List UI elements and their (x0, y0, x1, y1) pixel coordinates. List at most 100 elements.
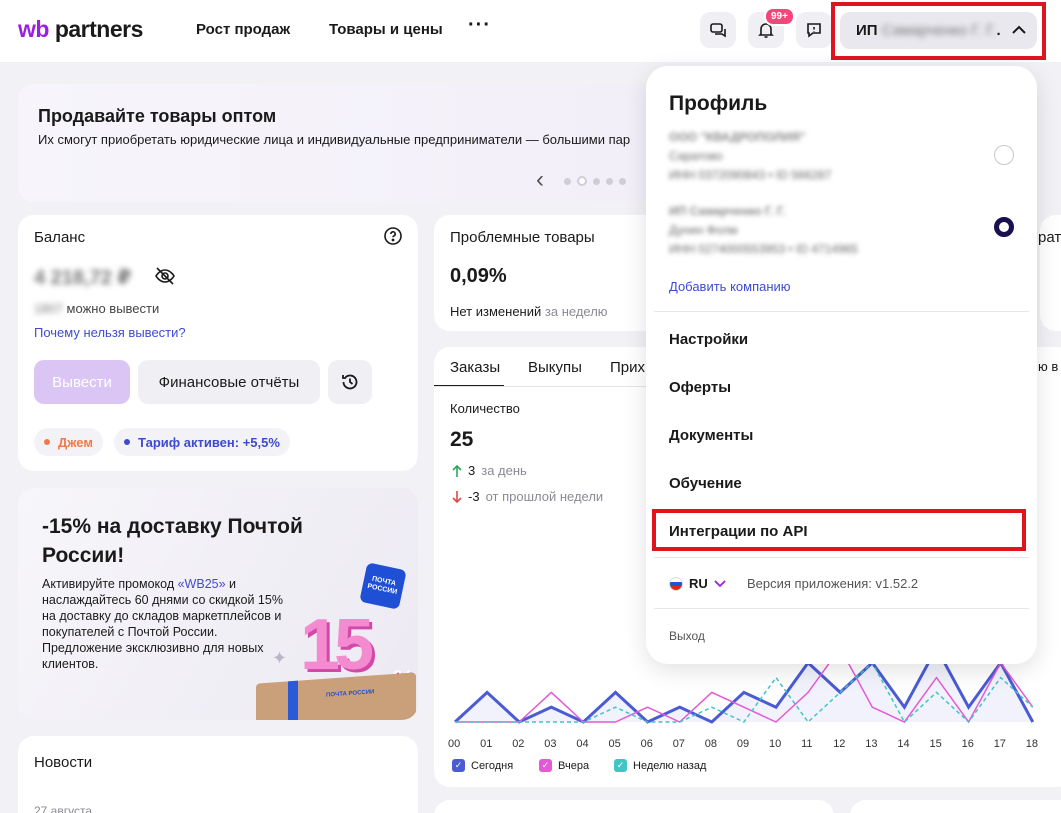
notifications-badge: 99+ (764, 7, 795, 26)
problem-products-card[interactable]: Проблемные товары 0,09% Нет изменений за… (434, 215, 664, 331)
checkbox-icon: ✓ (614, 759, 627, 772)
bottom-partial-card-2 (850, 800, 1061, 813)
why-cant-withdraw-link[interactable]: Почему нельзя вывести? (34, 325, 186, 340)
arrow-up-icon (452, 464, 462, 477)
post-stamp-logo: ПОЧТА РОССИИ (359, 562, 407, 610)
legend-week-ago-label: Неделю назад (633, 759, 707, 772)
x-tick-label: 06 (640, 738, 653, 750)
checkbox-icon: ✓ (539, 759, 552, 772)
company-name: ИП Самарченко Г. Г. (669, 204, 786, 218)
pagination-dot[interactable] (606, 177, 613, 185)
promo-code: «WB25» (177, 577, 226, 591)
promo-text: Активируйте промокод «WB25» и наслаждайт… (42, 577, 283, 671)
x-tick-label: 15 (929, 738, 942, 750)
x-tick-label: 08 (704, 738, 718, 750)
banner-title: Продавайте товары оптом (38, 106, 277, 126)
x-tick-label: 10 (769, 738, 782, 750)
news-title: Новости (34, 754, 93, 771)
menu-settings[interactable]: Настройки (669, 331, 748, 348)
tab-buyouts[interactable]: Выкупы (528, 359, 582, 376)
menu-offers[interactable]: Оферты (669, 379, 731, 396)
available-row: 1807 можно вывести (34, 301, 159, 316)
tag-dot (44, 439, 50, 445)
legend-yesterday[interactable]: ✓ Вчера (539, 759, 589, 772)
history-icon (342, 374, 358, 390)
company-option-1[interactable]: ООО "КВАДРОПОЛИЯ" Саратово ИНН 037209084… (669, 128, 831, 185)
tab-orders[interactable]: Заказы (450, 359, 500, 376)
financial-reports-button[interactable]: Финансовые отчёты (138, 360, 320, 404)
add-company-link[interactable]: Добавить компанию (669, 279, 791, 294)
wb-partners-logo[interactable]: wb partners (18, 16, 143, 43)
company-radio-2[interactable] (994, 217, 1014, 237)
pagination-dot[interactable] (564, 177, 571, 185)
withdraw-button[interactable]: Вывести (34, 360, 130, 404)
chevron-down-icon (714, 579, 726, 587)
banner-pagination (564, 176, 626, 186)
logout-link[interactable]: Выход (669, 629, 705, 643)
x-tick-label: 04 (576, 738, 589, 750)
company-city: Дунин Фолм (669, 223, 738, 237)
tag-jam-label: Джем (58, 434, 93, 450)
right-partial-card: рат (1038, 215, 1061, 331)
support-button[interactable] (796, 12, 832, 48)
x-tick-label: 07 (672, 738, 685, 750)
sparkle-icon: ✦ (272, 648, 288, 668)
tag-tariff[interactable]: Тариф активен: +5,5% (114, 428, 290, 456)
pagination-dot-active[interactable] (577, 176, 587, 186)
promo-big-number: 15 (300, 605, 374, 685)
menu-documents[interactable]: Документы (669, 427, 753, 444)
company-name: ООО "КВАДРОПОЛИЯ" (669, 130, 806, 144)
russian-post-promo[interactable]: -15% на доставку Почтой России! Активиру… (18, 488, 418, 720)
profile-dropdown: Профиль ООО "КВАДРОПОЛИЯ" Саратово ИНН 0… (646, 66, 1037, 664)
available-amount: 1807 (34, 301, 63, 316)
tag-jam[interactable]: Джем (34, 428, 103, 456)
legend-today[interactable]: ✓ Сегодня (452, 759, 513, 772)
promo-title: -15% на доставку Почтой России! (42, 515, 303, 567)
metric-value: 25 (450, 428, 474, 451)
banner-prev-icon[interactable]: ‹ (536, 166, 544, 194)
problem-change: Нет изменений (450, 304, 542, 319)
legend-today-label: Сегодня (471, 759, 514, 772)
highlight-profile-box (831, 2, 1046, 60)
language-selector[interactable]: RU (669, 576, 726, 591)
balance-title: Баланс (34, 229, 86, 246)
divider (654, 557, 1029, 558)
tab-arrivals[interactable]: Прих (610, 359, 645, 376)
x-tick-label: 11 (801, 738, 813, 750)
x-tick-label: 14 (897, 738, 910, 750)
x-tick-label: 09 (736, 738, 750, 750)
problem-change-row: Нет изменений за неделю (450, 304, 608, 319)
x-tick-label: 12 (833, 738, 846, 750)
metric-label: Количество (450, 401, 520, 416)
divider (654, 608, 1029, 609)
history-button[interactable] (328, 360, 372, 404)
legend-week-ago[interactable]: ✓ Неделю назад (614, 759, 706, 772)
day-delta-row: 3 за день (452, 463, 527, 478)
banner-text: Их смогут приобретать юридические лица и… (38, 132, 631, 147)
problem-period: за неделю (544, 304, 608, 319)
parcel-box: ПОЧТА РОССИИ (256, 672, 416, 720)
company-option-2[interactable]: ИП Самарченко Г. Г. Дунин Фолм ИНН 02740… (669, 202, 858, 259)
chat-button[interactable] (700, 12, 736, 48)
problem-value: 0,09% (450, 265, 507, 287)
highlight-api-box (652, 509, 1026, 551)
company-radio-1[interactable] (994, 145, 1014, 165)
help-icon[interactable] (383, 226, 403, 246)
pagination-dot[interactable] (619, 177, 626, 185)
pagination-dot[interactable] (593, 177, 600, 185)
news-date: 27 августа (34, 804, 93, 813)
right-partial-text: рат (1038, 229, 1061, 246)
nav-more-icon[interactable]: ··· (468, 14, 491, 37)
language-code: RU (689, 576, 708, 591)
hide-eye-icon[interactable] (154, 266, 176, 286)
app-version: Версия приложения: v1.52.2 (747, 576, 919, 591)
x-tick-label: 17 (993, 738, 1006, 750)
menu-training[interactable]: Обучение (669, 475, 742, 492)
nav-sales-growth[interactable]: Рост продаж (196, 21, 290, 38)
day-label: за день (481, 463, 527, 478)
x-tick-label: 00 (448, 738, 461, 750)
nav-products-prices[interactable]: Товары и цены (329, 21, 443, 38)
company-ids: ИНН 0274000553953 • ID 4714965 (669, 242, 858, 256)
wholesale-banner[interactable]: Продавайте товары оптом Их смогут приобр… (18, 84, 718, 202)
week-delta: -3 (468, 489, 480, 504)
